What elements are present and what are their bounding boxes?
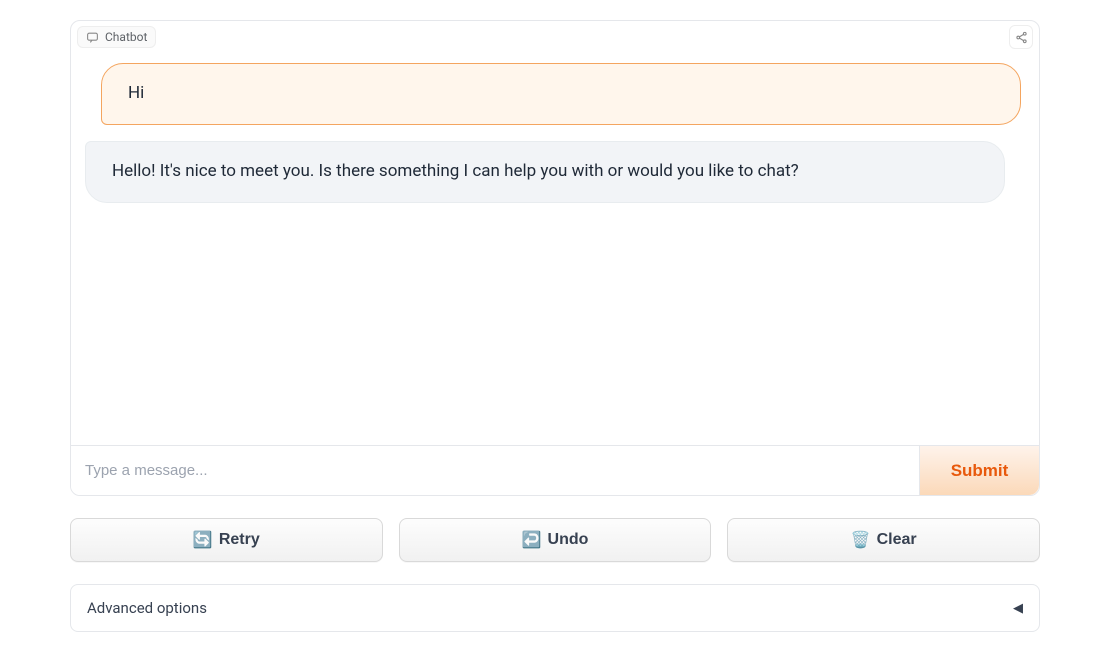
chat-icon — [86, 31, 99, 44]
retry-button[interactable]: 🔄 Retry — [70, 518, 383, 562]
panel-header: Chatbot — [71, 21, 1039, 55]
chat-label: Chatbot — [105, 30, 147, 44]
advanced-options-label: Advanced options — [87, 599, 207, 617]
message-text: Hi — [128, 83, 144, 103]
retry-label: Retry — [219, 531, 260, 549]
trash-icon: 🗑️ — [851, 530, 871, 550]
undo-icon: ↩️ — [522, 530, 542, 550]
advanced-options-toggle[interactable]: Advanced options ▶ — [70, 584, 1040, 632]
message-bot: Hello! It's nice to meet you. Is there s… — [85, 141, 1005, 203]
message-input[interactable] — [71, 446, 919, 495]
submit-button[interactable]: Submit — [919, 446, 1039, 495]
action-row: 🔄 Retry ↩️ Undo 🗑️ Clear — [70, 518, 1040, 562]
share-button[interactable] — [1009, 25, 1033, 49]
chat-area: Hi Hello! It's nice to meet you. Is ther… — [71, 55, 1039, 445]
message-user: Hi — [101, 63, 1021, 125]
undo-label: Undo — [548, 531, 589, 549]
chat-panel: Chatbot Hi Hello! It's nice to meet you — [70, 20, 1040, 496]
undo-button[interactable]: ↩️ Undo — [399, 518, 712, 562]
clear-button[interactable]: 🗑️ Clear — [727, 518, 1040, 562]
chat-label-chip: Chatbot — [77, 26, 156, 48]
message-text: Hello! It's nice to meet you. Is there s… — [112, 161, 799, 181]
clear-label: Clear — [877, 531, 917, 549]
share-icon — [1015, 31, 1028, 44]
input-row: Submit — [71, 445, 1039, 495]
retry-icon: 🔄 — [193, 530, 213, 550]
chevron-left-icon: ▶ — [1013, 601, 1023, 616]
